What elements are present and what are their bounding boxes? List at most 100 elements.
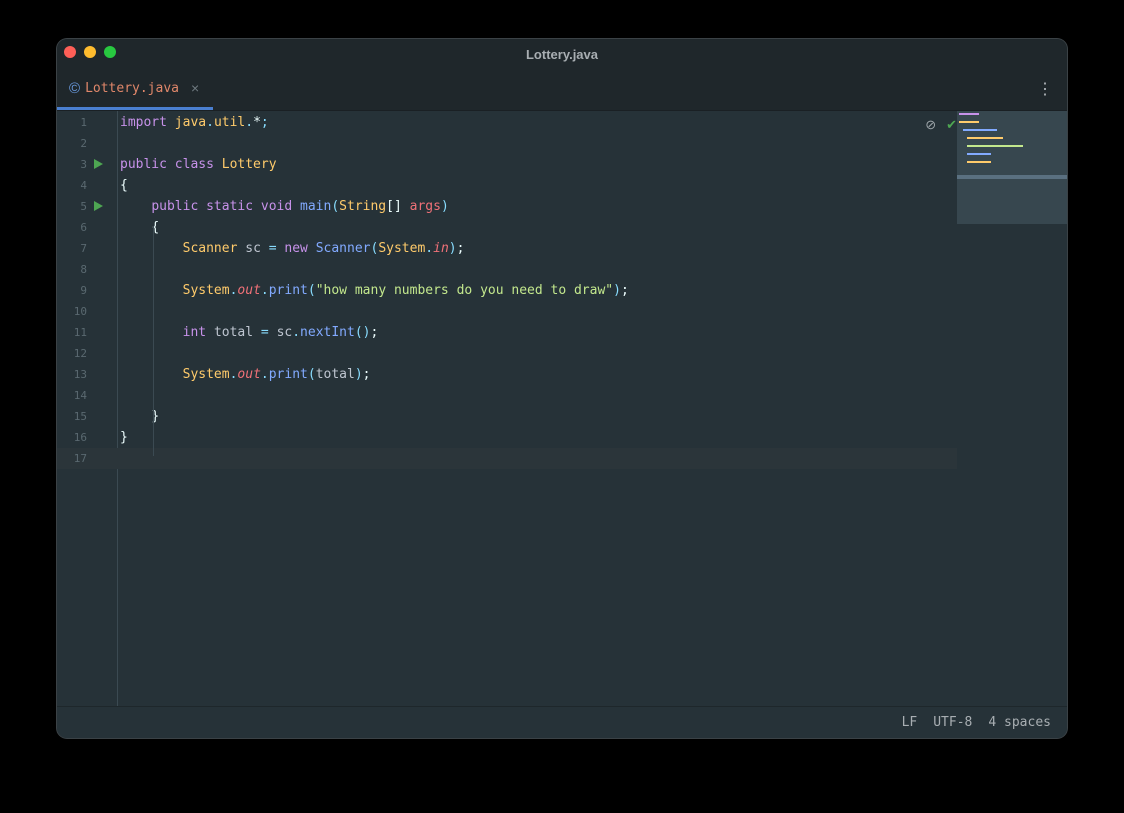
line-number: 4 bbox=[80, 179, 87, 192]
code-token: out bbox=[237, 283, 261, 298]
code-line[interactable]: 2 bbox=[57, 133, 957, 154]
code-token: ; bbox=[456, 241, 465, 256]
code-token: args bbox=[409, 199, 441, 214]
line-number: 7 bbox=[80, 242, 87, 255]
line-code: public static void main(String[] args) bbox=[120, 196, 449, 217]
code-line[interactable]: 4{ bbox=[57, 175, 957, 196]
close-tab-icon[interactable]: × bbox=[191, 80, 199, 96]
code-token: ) bbox=[440, 199, 449, 214]
run-gutter-icon[interactable] bbox=[94, 201, 103, 211]
close-window-button[interactable] bbox=[64, 46, 76, 58]
code-line[interactable]: 14 bbox=[57, 385, 957, 406]
code-token: total bbox=[213, 325, 261, 340]
code-token: main bbox=[300, 199, 332, 214]
code-line[interactable]: 9 System.out.print("how many numbers do … bbox=[57, 280, 957, 301]
code-token: . bbox=[292, 325, 301, 340]
code-token: Lottery bbox=[221, 157, 277, 172]
line-number: 16 bbox=[73, 431, 87, 444]
class-icon: © bbox=[69, 79, 81, 97]
line-number: 10 bbox=[73, 305, 87, 318]
minimap-viewport[interactable] bbox=[957, 175, 1067, 179]
code-line[interactable]: 10 bbox=[57, 301, 957, 322]
tab-lottery-java[interactable]: © Lottery.java × bbox=[57, 69, 213, 110]
code-editor[interactable]: 1 import java.util.*; 2 3 public class Lotte… bbox=[57, 111, 1067, 707]
code-token: sc bbox=[245, 241, 269, 256]
code-token: ) bbox=[613, 283, 621, 298]
code-line[interactable]: 7 Scanner sc = new Scanner(System.in); bbox=[57, 238, 957, 259]
code-token: out bbox=[237, 367, 261, 382]
line-number: 13 bbox=[73, 368, 87, 381]
code-line[interactable]: 17 bbox=[57, 448, 957, 469]
code-token: * bbox=[253, 115, 261, 130]
code-line[interactable]: 6 { bbox=[57, 217, 957, 238]
more-options-icon[interactable]: ⋮ bbox=[1037, 79, 1053, 99]
code-token: { bbox=[120, 178, 128, 193]
encoding-indicator[interactable]: UTF-8 bbox=[933, 715, 972, 730]
code-token: [] bbox=[386, 199, 410, 214]
code-token: . bbox=[260, 283, 269, 298]
code-line[interactable]: 5 public static void main(String[] args) bbox=[57, 196, 957, 217]
status-bar: LF UTF-8 4 spaces bbox=[57, 706, 1067, 738]
code-token: ; bbox=[260, 115, 269, 130]
zoom-window-button[interactable] bbox=[104, 46, 116, 58]
code-token: Scanner bbox=[182, 241, 246, 256]
code-token: print bbox=[268, 283, 308, 298]
code-token: () bbox=[354, 325, 371, 340]
tab-label: Lottery.java bbox=[85, 80, 179, 96]
line-code: import java.util.*; bbox=[120, 112, 269, 133]
eye-crossed-icon[interactable]: ⊘ bbox=[925, 117, 936, 133]
code-token: in bbox=[433, 241, 449, 256]
code-token: System bbox=[378, 241, 426, 256]
minimap[interactable] bbox=[957, 111, 1067, 224]
code-line[interactable]: 16} bbox=[57, 427, 957, 448]
line-code: Scanner sc = new Scanner(System.in); bbox=[120, 238, 465, 259]
code-line[interactable]: 13 System.out.print(total); bbox=[57, 364, 957, 385]
code-token: . bbox=[245, 115, 254, 130]
line-number: 8 bbox=[80, 263, 87, 276]
line-code: System.out.print("how many numbers do yo… bbox=[120, 280, 629, 301]
code-token: import bbox=[120, 115, 175, 130]
code-line[interactable]: 11 int total = sc.nextInt(); bbox=[57, 322, 957, 343]
code-token: ; bbox=[370, 325, 379, 340]
indent-indicator[interactable]: 4 spaces bbox=[988, 715, 1051, 730]
code-token: new bbox=[284, 241, 316, 256]
code-token: ( bbox=[307, 367, 316, 382]
code-token: ; bbox=[362, 367, 371, 382]
code-token: ( bbox=[307, 283, 316, 298]
code-token: total bbox=[315, 367, 355, 382]
code-line[interactable]: 8 bbox=[57, 259, 957, 280]
line-number: 17 bbox=[73, 452, 87, 465]
code-token: public static void bbox=[151, 199, 301, 214]
title-bar: Lottery.java bbox=[57, 39, 1067, 69]
code-token: int bbox=[182, 325, 214, 340]
code-token: "how many numbers do you need to draw" bbox=[315, 283, 614, 298]
line-code: { bbox=[120, 175, 128, 196]
code-token: public class bbox=[120, 157, 222, 172]
line-number: 5 bbox=[80, 200, 87, 213]
code-token: Scanner bbox=[315, 241, 371, 256]
code-token: ) bbox=[354, 367, 363, 382]
line-number: 3 bbox=[80, 158, 87, 171]
code-line[interactable]: 1 import java.util.*; bbox=[57, 112, 957, 133]
minimize-window-button[interactable] bbox=[84, 46, 96, 58]
code-token: ; bbox=[620, 283, 629, 298]
code-token: ( bbox=[331, 199, 340, 214]
window-controls bbox=[64, 46, 116, 58]
line-code: } bbox=[120, 427, 128, 448]
run-gutter-icon[interactable] bbox=[94, 159, 103, 169]
line-ending-indicator[interactable]: LF bbox=[902, 715, 918, 730]
code-token: util bbox=[213, 115, 246, 130]
line-number: 6 bbox=[80, 221, 87, 234]
code-line[interactable]: 3 public class Lottery bbox=[57, 154, 957, 175]
code-token: = bbox=[268, 241, 285, 256]
code-token: print bbox=[268, 367, 308, 382]
code-line[interactable]: 15 } bbox=[57, 406, 957, 427]
code-token: java bbox=[174, 115, 207, 130]
tab-bar: © Lottery.java × ⋮ bbox=[57, 69, 1067, 111]
check-icon[interactable]: ✔ bbox=[946, 117, 957, 133]
inspection-widget[interactable]: ⊘ ✔ bbox=[925, 117, 957, 133]
code-line[interactable]: 12 bbox=[57, 343, 957, 364]
